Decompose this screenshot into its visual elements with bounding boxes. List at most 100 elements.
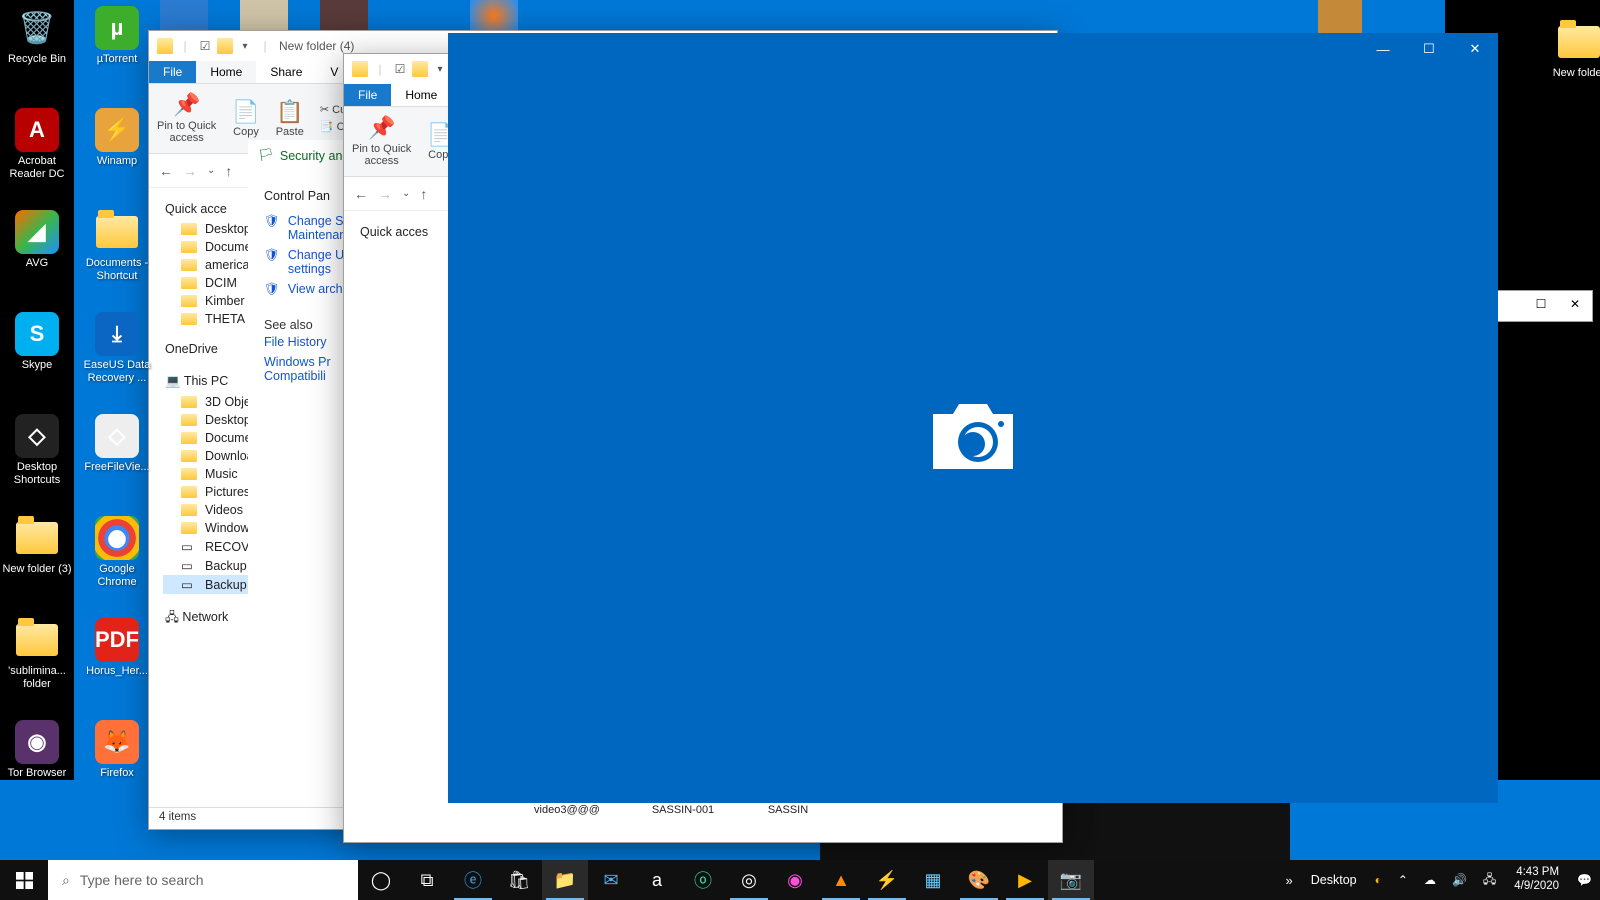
tree-label: Pictures bbox=[205, 485, 250, 499]
tab-share[interactable]: Share bbox=[256, 61, 316, 83]
desktop-icon-label: New folder (3) bbox=[2, 563, 72, 576]
desktop-icon[interactable]: ◉Tor Browser bbox=[2, 720, 72, 780]
explorer-icon[interactable]: 📁 bbox=[542, 860, 588, 900]
shield-icon: 🛡 bbox=[264, 248, 280, 263]
folder-icon bbox=[181, 396, 197, 408]
maximize-button[interactable]: ☐ bbox=[1406, 33, 1452, 65]
desktop-icon[interactable]: New folder (3) bbox=[2, 516, 72, 576]
qat-dropdown-icon[interactable]: ▾ bbox=[432, 61, 448, 77]
tab-file[interactable]: File bbox=[344, 84, 391, 106]
thumb[interactable] bbox=[320, 0, 368, 32]
tray-overflow-icon[interactable]: » bbox=[1278, 860, 1301, 900]
checkbox-icon[interactable]: ☑ bbox=[392, 61, 408, 77]
qat-divider: | bbox=[177, 38, 193, 54]
desktop-icon[interactable]: ◇Desktop Shortcuts bbox=[2, 414, 72, 487]
desktop-icon-label: Horus_Her... bbox=[82, 665, 152, 678]
camera-taskbar-icon[interactable]: 📷 bbox=[1048, 860, 1094, 900]
nav-recent-icon[interactable]: ⌄ bbox=[402, 188, 410, 199]
stub-window[interactable]: ☐ ✕ bbox=[1493, 290, 1593, 322]
desktop-icon[interactable]: 🗑️Recycle Bin bbox=[2, 6, 72, 66]
network-icon[interactable]: 🖧 bbox=[1475, 860, 1504, 900]
onedrive-icon[interactable]: ☁ bbox=[1416, 860, 1444, 900]
search-input[interactable]: ⌕ Type here to search bbox=[48, 860, 358, 900]
store-icon[interactable]: 🛍 bbox=[496, 860, 542, 900]
paint-icon[interactable]: 🎨 bbox=[956, 860, 1002, 900]
pin-button[interactable]: 📌Pin to Quick access bbox=[352, 115, 411, 168]
start-button[interactable] bbox=[0, 860, 48, 900]
checkbox-icon[interactable]: ☑ bbox=[197, 38, 213, 54]
app-icon: ◉ bbox=[15, 720, 59, 764]
nav-up-icon[interactable]: ↑ bbox=[420, 186, 427, 202]
close-button[interactable]: ✕ bbox=[1452, 33, 1498, 65]
winamp-icon[interactable]: ⚡ bbox=[864, 860, 910, 900]
folder-icon bbox=[352, 61, 368, 77]
folder-icon bbox=[181, 223, 197, 235]
pin-button[interactable]: 📌Pin to Quick access bbox=[157, 92, 216, 145]
tree-label: Desktop bbox=[205, 222, 251, 236]
tab-file[interactable]: File bbox=[149, 61, 196, 83]
cortana-icon[interactable]: ◯ bbox=[358, 860, 404, 900]
vlc-icon[interactable]: ▲ bbox=[818, 860, 864, 900]
app-icon: S bbox=[15, 312, 59, 356]
app-icon: µ bbox=[95, 6, 139, 50]
desktop-icon[interactable]: AAcrobat Reader DC bbox=[2, 108, 72, 181]
desktop-icon[interactable]: SSkype bbox=[2, 312, 72, 372]
desktop-icon[interactable]: ⚡Winamp bbox=[82, 108, 152, 168]
qat-divider: | bbox=[257, 38, 273, 54]
app-icon: ⤓ bbox=[95, 312, 139, 356]
tray-app-icon[interactable]: ◐ bbox=[1367, 860, 1390, 900]
movies-icon[interactable]: ▶ bbox=[1002, 860, 1048, 900]
desktop-icon[interactable]: PDFHorus_Her... bbox=[82, 618, 152, 678]
chrome-icon[interactable]: ◎ bbox=[726, 860, 772, 900]
paste-button[interactable]: 📋Paste bbox=[276, 99, 304, 139]
mail-icon[interactable]: ✉ bbox=[588, 860, 634, 900]
desktop-icon[interactable]: ◢AVG bbox=[2, 210, 72, 270]
volume-icon[interactable]: 🔊 bbox=[1444, 860, 1475, 900]
tray-chevron-icon[interactable]: ⌃ bbox=[1390, 860, 1416, 900]
amazon-icon[interactable]: a bbox=[634, 860, 680, 900]
app-icon[interactable]: ◉ bbox=[772, 860, 818, 900]
desktop-icon[interactable]: µ µTorrent bbox=[82, 6, 152, 66]
camera-app-window[interactable]: — ☐ ✕ bbox=[448, 33, 1498, 803]
thumb[interactable] bbox=[160, 0, 208, 32]
nav-up-icon[interactable]: ↑ bbox=[225, 163, 232, 179]
app2-icon[interactable]: ▦ bbox=[910, 860, 956, 900]
nav-back-icon[interactable]: ← bbox=[354, 186, 368, 202]
tab-home[interactable]: Home bbox=[391, 84, 451, 106]
clock[interactable]: 4:43 PM 4/9/2020 bbox=[1504, 866, 1569, 894]
folder-icon bbox=[157, 38, 173, 54]
app-icon: ⚡ bbox=[95, 108, 139, 152]
taskview-icon[interactable]: ⧉ bbox=[404, 860, 450, 900]
nav-fwd-icon[interactable]: → bbox=[378, 186, 392, 202]
desktop-icon[interactable]: 'sublimina... folder bbox=[2, 618, 72, 691]
desktop-icon[interactable]: ◎Google Chrome bbox=[82, 516, 152, 589]
nav-recent-icon[interactable]: ⌄ bbox=[207, 165, 215, 176]
nav-back-icon[interactable]: ← bbox=[159, 163, 173, 179]
desktop-icon[interactable]: 🦊Firefox bbox=[82, 720, 152, 780]
nav-fwd-icon[interactable]: → bbox=[183, 163, 197, 179]
action-center-icon[interactable]: 💬 bbox=[1569, 860, 1600, 900]
desktop-icon[interactable]: New folder bbox=[1544, 20, 1600, 80]
thumb[interactable] bbox=[470, 0, 518, 32]
folder-icon bbox=[217, 38, 233, 54]
app-icon bbox=[95, 210, 139, 254]
close-button[interactable]: ✕ bbox=[1558, 291, 1592, 317]
camera-titlebar[interactable]: — ☐ ✕ bbox=[448, 33, 1498, 65]
qat-dropdown-icon[interactable]: ▾ bbox=[237, 38, 253, 54]
shield-icon: 🛡 bbox=[264, 282, 280, 297]
app-icon: ◎ bbox=[95, 516, 139, 560]
desktop-toolbar[interactable]: Desktop bbox=[1301, 873, 1367, 887]
desktop-icon[interactable]: ⤓EaseUS Data Recovery ... bbox=[82, 312, 152, 385]
desktop-icon-label: µTorrent bbox=[82, 53, 152, 66]
minimize-button[interactable]: — bbox=[1360, 33, 1406, 65]
desktop-icon[interactable]: ◇FreeFileVie... bbox=[82, 414, 152, 474]
desktop[interactable]: | ☑ ▾ | New folder (4) File Home Share V… bbox=[0, 0, 1600, 900]
tab-home[interactable]: Home bbox=[196, 61, 256, 83]
tripadvisor-icon[interactable]: ⓞ bbox=[680, 860, 726, 900]
maximize-button[interactable]: ☐ bbox=[1524, 291, 1558, 317]
tree-label: Desktop bbox=[205, 413, 251, 427]
thumb[interactable] bbox=[240, 0, 288, 32]
copy-button[interactable]: 📄Copy bbox=[232, 99, 259, 139]
edge-icon[interactable]: ⓔ bbox=[450, 860, 496, 900]
desktop-icon[interactable]: Documents - Shortcut bbox=[82, 210, 152, 283]
